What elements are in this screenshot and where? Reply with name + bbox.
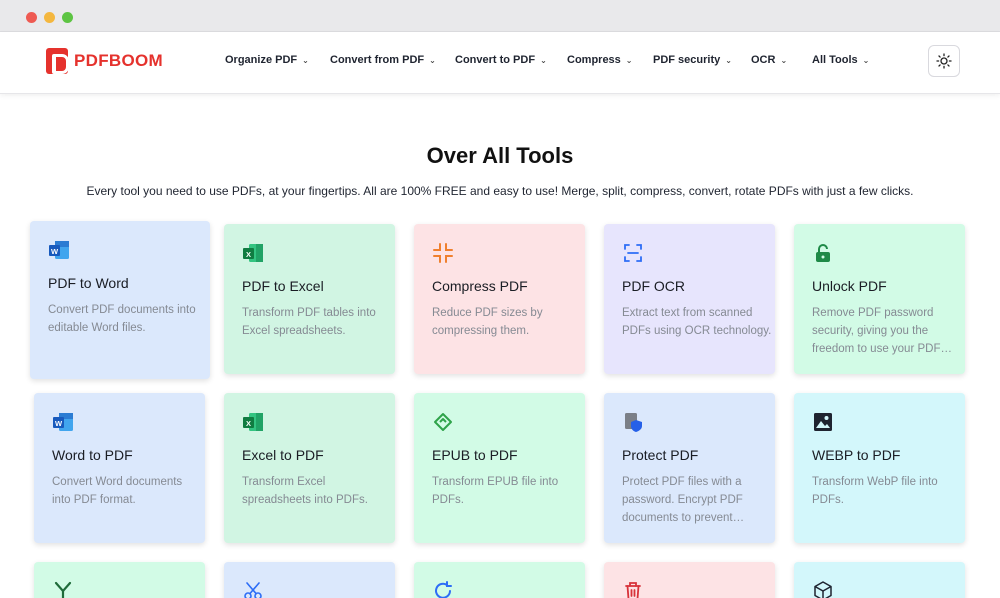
tool-card-epub-to-pdf[interactable]: EPUB to PDF Transform EPUB file into PDF… bbox=[414, 393, 585, 543]
tool-card-partial[interactable] bbox=[794, 562, 965, 598]
tool-title: PDF to Excel bbox=[242, 278, 324, 294]
brand-logo[interactable]: PDFBOOM bbox=[46, 48, 163, 74]
shield-document-icon bbox=[625, 413, 642, 432]
trash-icon bbox=[625, 582, 641, 598]
compress-icon bbox=[433, 243, 453, 263]
tool-card-webp-to-pdf[interactable]: WEBP to PDF Transform WebP file into PDF… bbox=[794, 393, 965, 543]
chevron-down-icon: ⌄ bbox=[725, 55, 732, 65]
excel-icon: X bbox=[243, 413, 263, 431]
svg-text:W: W bbox=[55, 419, 63, 428]
cube-icon bbox=[814, 581, 832, 598]
nav-pdf-security[interactable]: PDF security ⌄ bbox=[653, 54, 732, 66]
tool-card-compress-pdf[interactable]: Compress PDF Reduce PDF sizes by compres… bbox=[414, 224, 585, 374]
chevron-down-icon: ⌄ bbox=[625, 55, 633, 65]
nav-all-tools[interactable]: All Tools ⌄ bbox=[812, 54, 869, 66]
word-icon: W bbox=[53, 413, 73, 431]
tool-card-unlock-pdf[interactable]: Unlock PDF Remove PDF password security,… bbox=[794, 224, 965, 374]
page-subtitle: Every tool you need to use PDFs, at your… bbox=[86, 184, 914, 198]
tool-title: Unlock PDF bbox=[812, 278, 887, 294]
tool-description: Convert Word documents into PDF format. bbox=[52, 476, 183, 506]
tool-card-pdf-to-excel[interactable]: X PDF to Excel Transform PDF tables into… bbox=[224, 224, 395, 374]
pdfboom-logo-icon bbox=[46, 48, 69, 74]
tool-description: Protect PDF files with a password. Encry… bbox=[622, 476, 745, 524]
rotate-icon bbox=[435, 581, 452, 598]
excel-icon: X bbox=[243, 244, 263, 262]
tool-title: EPUB to PDF bbox=[432, 447, 518, 463]
svg-text:W: W bbox=[51, 247, 59, 256]
tool-title: Compress PDF bbox=[432, 278, 528, 294]
tool-title: Excel to PDF bbox=[242, 447, 324, 463]
site-header: PDFBOOM Organize PDF ⌄ Convert from PDF ⌄ … bbox=[0, 32, 1000, 94]
minimize-window-dot[interactable] bbox=[44, 12, 55, 23]
chevron-down-icon: ⌄ bbox=[302, 55, 309, 65]
scissors-icon bbox=[244, 582, 262, 598]
brand-name: PDFBOOM bbox=[74, 51, 163, 70]
tool-description: Transform EPUB file into PDFs. bbox=[432, 476, 559, 506]
theme-toggle-button[interactable] bbox=[928, 45, 960, 77]
chevron-down-icon: ⌄ bbox=[540, 55, 547, 65]
tool-card-word-to-pdf[interactable]: W Word to PDF Convert Word documents int… bbox=[34, 393, 205, 543]
sun-icon bbox=[936, 53, 952, 69]
tool-card-partial[interactable] bbox=[414, 562, 585, 598]
browser-titlebar bbox=[0, 0, 1000, 32]
tool-title: WEBP to PDF bbox=[812, 447, 901, 463]
nav-convert-to-pdf[interactable]: Convert to PDF ⌄ bbox=[455, 54, 547, 66]
tool-title: Word to PDF bbox=[52, 447, 133, 463]
tool-card-protect-pdf[interactable]: Protect PDF Protect PDF files with a pas… bbox=[604, 393, 775, 543]
tool-card-excel-to-pdf[interactable]: X Excel to PDF Transform Excel spreadshe… bbox=[224, 393, 395, 543]
tool-card-pdf-to-word[interactable]: W PDF to Word Convert PDF documents into… bbox=[30, 221, 210, 379]
merge-icon bbox=[54, 581, 72, 598]
word-icon: W bbox=[49, 241, 69, 259]
svg-text:X: X bbox=[246, 419, 251, 428]
page-title: Over All Tools bbox=[426, 143, 574, 168]
nav-convert-from-pdf[interactable]: Convert from PDF ⌄ bbox=[330, 54, 436, 66]
tool-description: Transform WebP file into PDFs. bbox=[812, 476, 938, 506]
epub-icon bbox=[434, 413, 452, 431]
nav-organize-pdf[interactable]: Organize PDF ⌄ bbox=[225, 54, 309, 66]
chevron-down-icon: ⌄ bbox=[862, 55, 870, 65]
nav-ocr[interactable]: OCR ⌄ bbox=[751, 54, 787, 66]
tool-card-partial[interactable] bbox=[604, 562, 775, 598]
tool-description: Reduce PDF sizes by compressing them. bbox=[432, 307, 543, 337]
tool-description: Transform PDF tables into Excel spreadsh… bbox=[242, 307, 376, 337]
tool-card-partial[interactable] bbox=[224, 562, 395, 598]
tool-title: Protect PDF bbox=[622, 447, 699, 463]
tool-title: PDF to Word bbox=[48, 275, 129, 291]
close-window-dot[interactable] bbox=[26, 12, 37, 23]
tool-description: Remove PDF password security, giving you… bbox=[812, 307, 952, 355]
unlock-icon bbox=[816, 244, 830, 262]
tool-description: Convert PDF documents into editable Word… bbox=[48, 304, 196, 334]
ocr-scan-icon bbox=[624, 244, 642, 262]
tool-card-partial[interactable] bbox=[34, 562, 205, 598]
nav-compress[interactable]: Compress ⌄ bbox=[567, 54, 633, 66]
image-icon bbox=[814, 413, 832, 431]
tool-description: Extract text from scanned PDFs using OCR… bbox=[622, 307, 772, 337]
tool-description: Transform Excel spreadsheets into PDFs. bbox=[242, 476, 368, 506]
svg-text:X: X bbox=[246, 250, 251, 259]
chevron-down-icon: ⌄ bbox=[429, 55, 436, 65]
tool-card-pdf-ocr[interactable]: PDF OCR Extract text from scanned PDFs u… bbox=[604, 224, 775, 374]
maximize-window-dot[interactable] bbox=[62, 12, 73, 23]
chevron-down-icon: ⌄ bbox=[780, 55, 788, 65]
tool-title: PDF OCR bbox=[622, 278, 685, 294]
